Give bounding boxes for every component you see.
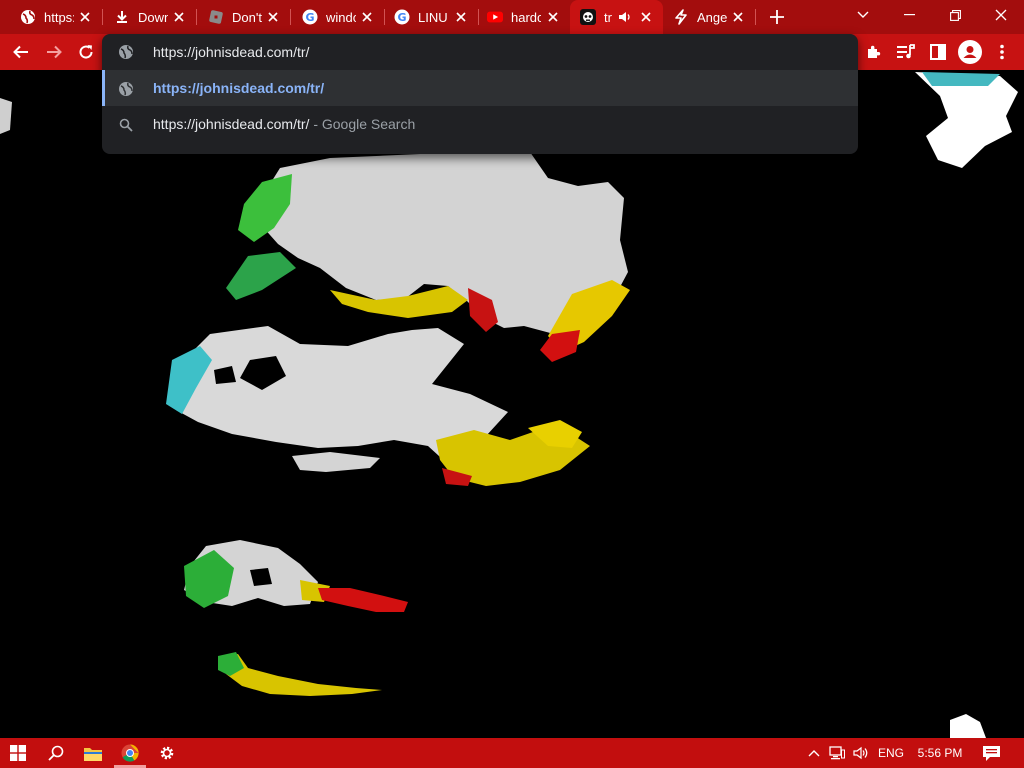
address-bar[interactable]: https://johnisdead.com/tr/ [102,34,858,70]
side-panel-icon [930,44,946,60]
windows-taskbar: ENG 5:56 PM [0,738,1024,768]
plus-icon [770,10,784,24]
bolt-icon [673,9,689,25]
close-icon[interactable] [731,10,745,24]
avatar-icon [958,40,982,64]
new-tab-button[interactable] [766,6,788,28]
extensions-button[interactable] [860,38,888,66]
suggestion-url-text: https://johnisdead.com/tr/ [153,80,325,96]
svg-text:G: G [397,11,406,24]
svg-text:G: G [305,11,314,24]
tab-4[interactable]: G window [290,0,384,34]
tab-3[interactable]: Don't [196,0,290,34]
page-content [0,70,1024,738]
windows-logo-icon [10,745,26,761]
clock[interactable]: 5:56 PM [910,738,970,768]
volume-icon [853,746,868,760]
tab-title: LINUX [418,9,448,25]
volume-button[interactable] [850,738,872,768]
notifications-button[interactable] [976,738,1006,768]
minimize-button[interactable] [886,0,932,30]
tab-7-active[interactable]: tr [570,0,663,34]
google-icon: G [302,9,318,25]
tab-title: Don't [232,9,262,25]
tab-title: window [326,9,356,25]
tab-1[interactable]: https:// [0,0,102,34]
language-indicator[interactable]: ENG [874,738,908,768]
address-bar-value[interactable]: https://johnisdead.com/tr/ [153,44,309,60]
clock-time: 5:56 PM [917,746,963,760]
arrow-right-icon [47,45,62,59]
gear-icon [160,746,174,760]
close-icon[interactable] [454,10,468,24]
start-button[interactable] [0,738,36,768]
tab-separator [755,9,756,25]
tab-title: https:// [44,9,74,25]
restore-button[interactable] [932,0,978,30]
omnibox-suggestion-search[interactable]: https://johnisdead.com/tr/ - Google Sear… [102,106,858,142]
search-button[interactable] [38,738,74,768]
search-icon [48,745,64,761]
chevron-up-icon [808,750,820,757]
back-button[interactable] [7,38,35,66]
tab-title: Downloads [138,9,168,25]
download-icon [114,9,130,25]
tab-title: hardcore [511,9,541,25]
speaker-icon[interactable] [618,10,632,24]
roblox-icon [208,9,224,25]
tab-6[interactable]: hardcore [478,0,570,34]
restore-icon [949,9,961,21]
close-icon[interactable] [172,10,186,24]
puzzle-icon [868,45,881,58]
tab-8[interactable]: Angel [663,0,755,34]
close-window-button[interactable] [978,0,1024,30]
globe-icon [20,9,36,25]
close-icon[interactable] [546,10,560,24]
google-icon: G [394,9,410,25]
youtube-icon [487,9,503,25]
menu-button[interactable] [988,38,1016,66]
network-icon [829,746,845,760]
reload-button[interactable] [72,38,100,66]
network-button[interactable] [826,738,848,768]
globe-icon [118,81,134,97]
pixelated-map-image [0,72,1018,738]
file-explorer-button[interactable] [76,738,110,768]
media-controls-button[interactable] [892,38,920,66]
suggestion-search-suffix: - Google Search [313,116,416,132]
tab-title: Angel [697,9,727,25]
settings-button[interactable] [152,738,182,768]
chevron-down-icon [857,11,869,18]
tab-search-button[interactable] [840,0,886,30]
forward-button[interactable] [40,38,68,66]
playlist-icon [897,44,915,59]
show-hidden-icons-button[interactable] [804,738,824,768]
side-panel-button[interactable] [924,38,952,66]
arrow-left-icon [13,45,28,59]
reload-icon [79,45,93,59]
tab-strip: https:// Downloads Don't G window [0,0,1024,34]
search-icon [118,117,134,133]
notification-icon [982,745,1000,761]
tab-5[interactable]: G LINUX [384,0,478,34]
chrome-taskbar-button[interactable] [114,738,146,768]
close-icon [995,9,1007,21]
close-icon[interactable] [78,10,92,24]
close-icon[interactable] [360,10,374,24]
folder-icon [84,747,102,761]
close-icon[interactable] [639,10,653,24]
profile-button[interactable] [956,38,984,66]
tab-title: tr [604,9,612,25]
globe-icon [118,44,134,60]
close-icon[interactable] [266,10,280,24]
language-label: ENG [877,746,904,760]
skull-icon [580,9,596,25]
omnibox-suggestion-url[interactable]: https://johnisdead.com/tr/ [102,70,858,106]
chrome-icon [121,744,139,762]
more-vert-icon [1000,44,1004,60]
suggestion-search-text: https://johnisdead.com/tr/ [153,116,310,132]
minimize-icon [903,14,915,16]
omnibox-dropdown: https://johnisdead.com/tr/ https://johni… [102,34,858,154]
tab-2[interactable]: Downloads [102,0,196,34]
